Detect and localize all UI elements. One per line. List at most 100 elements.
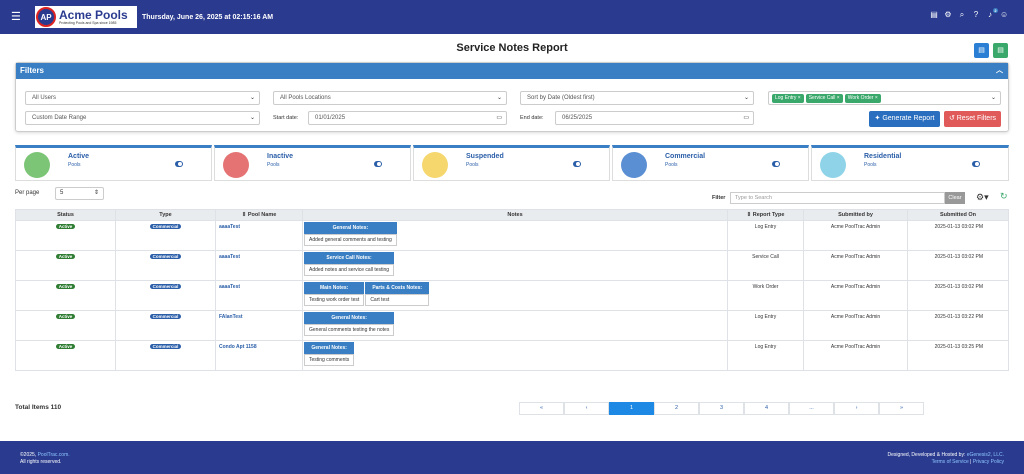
card-subtitle: Pools bbox=[466, 162, 479, 168]
house-icon bbox=[820, 152, 846, 178]
gear-icon[interactable]: ⚙ bbox=[944, 11, 952, 19]
privacy-link[interactable]: Privacy Policy bbox=[973, 459, 1004, 465]
date-range-value: Custom Date Range bbox=[32, 115, 87, 121]
pool-name-link[interactable]: aaaaTest bbox=[219, 254, 240, 260]
per-page-select[interactable]: 5 ⇕ bbox=[55, 187, 104, 200]
page-button[interactable]: ‹ bbox=[564, 402, 609, 415]
card-residential[interactable]: Residential Pools bbox=[811, 145, 1009, 181]
search-input[interactable]: Type to Search bbox=[730, 192, 945, 204]
toggle-switch[interactable] bbox=[972, 161, 980, 167]
bell-icon[interactable]: ♪ 2 bbox=[986, 8, 998, 19]
sort-select[interactable]: Sort by Date (Oldest first) ⌄ bbox=[520, 91, 754, 105]
locations-select[interactable]: All Pools Locations ⌄ bbox=[273, 91, 507, 105]
footer-rights: All rights reserved. bbox=[20, 459, 62, 465]
export-excel-button[interactable]: ▤ bbox=[993, 43, 1008, 58]
col-pool-name[interactable]: ⇕ Pool Name bbox=[215, 209, 303, 221]
note-box: Main Notes: Testing work order test bbox=[304, 282, 365, 306]
note-body: Testing comments bbox=[304, 354, 355, 366]
note-box: General Notes: Testing comments bbox=[304, 342, 355, 366]
end-date-value: 06/25/2025 bbox=[562, 115, 593, 121]
report-type: Service Call bbox=[727, 250, 804, 281]
note-body: Cart test bbox=[365, 294, 430, 306]
search-icon[interactable]: ⌕ bbox=[958, 11, 966, 19]
status-badge: Active bbox=[55, 344, 76, 349]
tag-log-entry[interactable]: Log Entry × bbox=[772, 94, 804, 103]
notification-count: 2 bbox=[993, 8, 998, 13]
tag-work-order[interactable]: Work Order × bbox=[844, 94, 881, 103]
end-date-input[interactable]: 06/25/2025 ▭ bbox=[555, 111, 754, 125]
help-icon[interactable]: ? bbox=[972, 11, 980, 19]
col-report-type-label: Report Type bbox=[752, 212, 785, 218]
page-button[interactable]: › bbox=[834, 402, 879, 415]
warning-icon bbox=[422, 152, 448, 178]
col-report-type[interactable]: ⇕ Report Type bbox=[727, 209, 804, 221]
filters-title: Filters bbox=[20, 66, 45, 75]
end-date-label: End date: bbox=[520, 115, 544, 121]
reset-filters-button[interactable]: ↺ Reset Filters bbox=[944, 111, 1001, 127]
footer-designed: Designed, Developed & Hosted by: bbox=[887, 452, 967, 458]
report-type-multiselect[interactable]: Log Entry × Service Call × Work Order × ⌄ bbox=[768, 91, 1001, 105]
export-pdf-button[interactable]: ▤ bbox=[974, 43, 989, 58]
col-pool-name-label: Pool Name bbox=[247, 212, 277, 218]
menu-icon[interactable]: ☰ bbox=[11, 12, 21, 23]
pool-name-link[interactable]: aaaaTest bbox=[219, 224, 240, 230]
terms-link[interactable]: Terms of Service bbox=[932, 459, 969, 465]
document-icon[interactable]: ▤ bbox=[930, 11, 938, 19]
brand-logo[interactable]: AP Acme Pools Protecting Pools and Spa s… bbox=[35, 6, 137, 28]
pool-name-link[interactable]: aaaaTest bbox=[219, 284, 240, 290]
chevron-updown-icon: ⇕ bbox=[93, 190, 99, 196]
submitted-by: Acme PoolTrac Admin bbox=[803, 250, 908, 281]
card-inactive[interactable]: Inactive Pools bbox=[214, 145, 411, 181]
page-button[interactable]: 3 bbox=[699, 402, 744, 415]
sort-select-value: Sort by Date (Oldest first) bbox=[527, 95, 595, 101]
col-type[interactable]: Type bbox=[115, 209, 216, 221]
pool-name-link[interactable]: Condo Apt 1158 bbox=[219, 344, 257, 350]
page-button[interactable]: « bbox=[519, 402, 564, 415]
pool-name-link[interactable]: FAlanTest bbox=[219, 314, 243, 320]
user-icon[interactable]: ☺ bbox=[1000, 11, 1008, 19]
tag-service-call[interactable]: Service Call × bbox=[805, 94, 843, 103]
footer-dev-link[interactable]: eGenesis2, LLC. bbox=[967, 452, 1004, 458]
generate-report-button[interactable]: ✦ Generate Report bbox=[869, 111, 940, 127]
total-value: 110 bbox=[50, 404, 62, 411]
clear-button[interactable]: Clear bbox=[945, 192, 965, 204]
note-header: Service Call Notes: bbox=[304, 252, 395, 264]
per-page-value: 5 bbox=[60, 190, 64, 196]
status-badge: Active bbox=[55, 284, 76, 289]
refresh-icon[interactable]: ↻ bbox=[1000, 191, 1008, 202]
page-button[interactable]: 2 bbox=[654, 402, 699, 415]
calendar-icon[interactable]: ▭ bbox=[743, 112, 749, 124]
generate-label: Generate Report bbox=[882, 115, 935, 122]
submitted-by: Acme PoolTrac Admin bbox=[803, 280, 908, 311]
toggle-switch[interactable] bbox=[374, 161, 382, 167]
report-type: Log Entry bbox=[727, 310, 804, 341]
calendar-icon[interactable]: ▭ bbox=[496, 112, 502, 124]
toggle-switch[interactable] bbox=[573, 161, 581, 167]
column-settings-icon[interactable]: ⚙▾ bbox=[976, 192, 989, 203]
card-subtitle: Pools bbox=[68, 162, 81, 168]
date-range-select[interactable]: Custom Date Range ⌄ bbox=[25, 111, 260, 125]
page-button[interactable]: 4 bbox=[744, 402, 789, 415]
filters-header[interactable]: Filters ︿ bbox=[16, 63, 1008, 79]
collapse-icon[interactable]: ︿ bbox=[996, 63, 1003, 79]
x-icon bbox=[223, 152, 249, 178]
card-active[interactable]: Active Pools bbox=[15, 145, 212, 181]
submitted-on: 2025-01-13 03:02 PM bbox=[907, 220, 1009, 251]
status-badge: Active bbox=[55, 314, 76, 319]
footer-site-link[interactable]: PoolTrac.com. bbox=[38, 452, 70, 458]
top-navbar: ☰ AP Acme Pools Protecting Pools and Spa… bbox=[0, 0, 1024, 34]
col-notes[interactable]: Notes bbox=[302, 209, 728, 221]
card-commercial[interactable]: Commercial Pools bbox=[612, 145, 809, 181]
col-submitted-on[interactable]: Submitted On bbox=[907, 209, 1009, 221]
page-button[interactable]: » bbox=[879, 402, 924, 415]
toggle-switch[interactable] bbox=[175, 161, 183, 167]
col-submitted-by[interactable]: Submitted by bbox=[803, 209, 908, 221]
col-status[interactable]: Status bbox=[15, 209, 116, 221]
toggle-switch[interactable] bbox=[772, 161, 780, 167]
page-button[interactable]: ... bbox=[789, 402, 834, 415]
users-select[interactable]: All Users ⌄ bbox=[25, 91, 260, 105]
card-suspended[interactable]: Suspended Pools bbox=[413, 145, 610, 181]
page-button[interactable]: 1 bbox=[609, 402, 654, 415]
start-date-input[interactable]: 01/01/2025 ▭ bbox=[308, 111, 507, 125]
chevron-down-icon: ⌄ bbox=[990, 95, 996, 101]
